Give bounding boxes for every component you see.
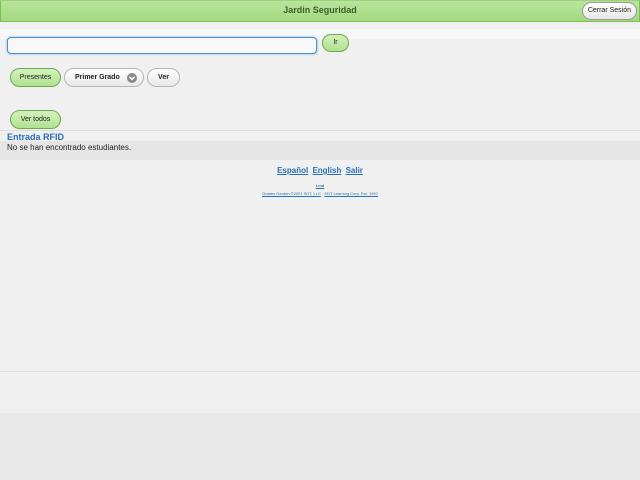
page-title: Jardin Seguridad: [283, 5, 357, 15]
chevron-down-icon: [127, 73, 137, 83]
copyright-line: Grades Garden ©2021 SDT, LLC - SDT Learn…: [0, 191, 640, 196]
lang-link-spanish[interactable]: Español: [277, 166, 308, 175]
copyright-link-sdt-learning[interactable]: SDT Learning Corp. Est. 1997: [324, 191, 378, 196]
logout-button[interactable]: Cerrar Sesión: [581, 2, 637, 20]
bottom-band: [0, 371, 640, 413]
logout-link[interactable]: Salir: [346, 166, 363, 175]
footer-small-link[interactable]: Lmd: [0, 183, 640, 188]
content-background: [0, 0, 640, 412]
empty-results-message: No se han encontrado estudiantes.: [7, 143, 132, 152]
view-all-button[interactable]: Ver todos: [10, 110, 61, 129]
search-input[interactable]: [7, 37, 317, 54]
present-filter-button[interactable]: Presentes: [10, 68, 61, 87]
language-links: Español English Salir: [0, 166, 640, 175]
copyright-link-sdt-llc[interactable]: Grades Garden ©2021 SDT, LLC: [262, 191, 321, 196]
grade-select[interactable]: Primer Grado: [64, 68, 144, 87]
divider: [0, 130, 640, 131]
grade-select-value: Primer Grado: [75, 74, 120, 81]
lang-link-english[interactable]: English: [312, 166, 341, 175]
page: Jardin Seguridad Cerrar Sesión Ir Presen…: [0, 0, 640, 480]
go-button[interactable]: Ir: [322, 34, 349, 52]
view-button[interactable]: Ver: [147, 68, 180, 87]
